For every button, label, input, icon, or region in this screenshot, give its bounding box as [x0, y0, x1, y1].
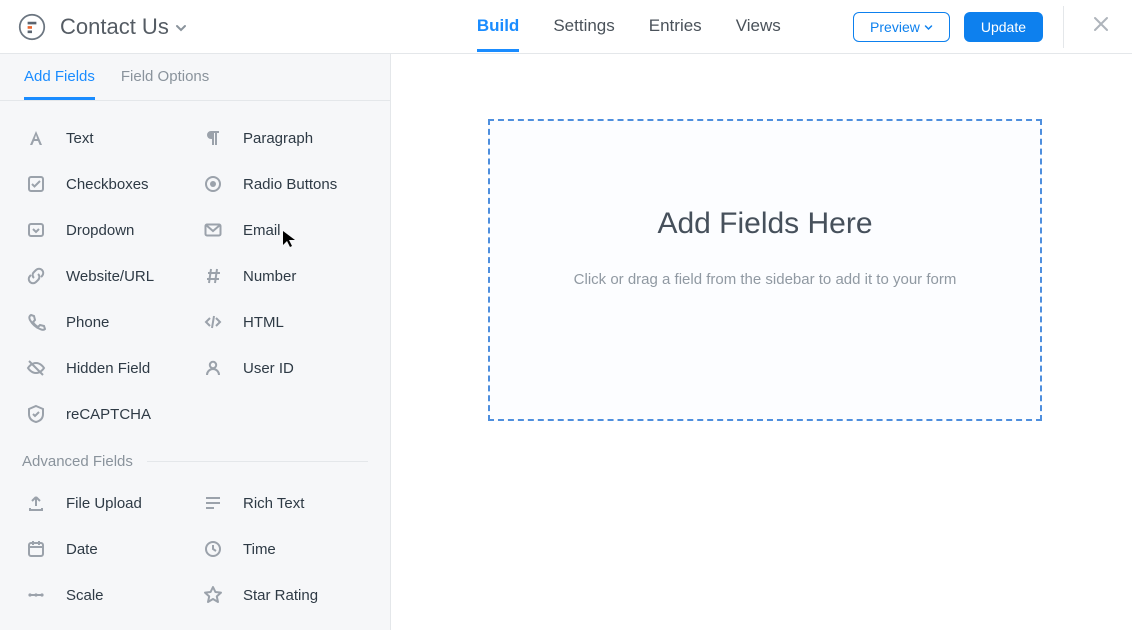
field-number[interactable]: Number — [199, 257, 376, 295]
field-phone[interactable]: Phone — [22, 303, 199, 341]
field-label: Radio Buttons — [243, 176, 337, 193]
drop-zone[interactable]: Add Fields Here Click or drag a field fr… — [488, 119, 1042, 421]
field-label: Date — [66, 541, 98, 558]
update-button[interactable]: Update — [964, 12, 1043, 42]
sidebar-tab-field-options[interactable]: Field Options — [121, 68, 209, 100]
eye-off-icon — [22, 354, 50, 382]
field-radio[interactable]: Radio Buttons — [199, 165, 376, 203]
field-label: Rich Text — [243, 495, 304, 512]
email-icon — [199, 216, 227, 244]
field-label: Paragraph — [243, 130, 313, 147]
code-icon — [199, 308, 227, 336]
clock-icon — [199, 535, 227, 563]
field-recaptcha[interactable]: reCAPTCHA — [22, 395, 199, 433]
field-label: reCAPTCHA — [66, 406, 151, 423]
tab-entries[interactable]: Entries — [649, 2, 702, 52]
field-label: Text — [66, 130, 94, 147]
tab-build[interactable]: Build — [477, 2, 520, 52]
field-paragraph[interactable]: Paragraph — [199, 119, 376, 157]
field-label: Email — [243, 222, 281, 239]
separator — [1063, 6, 1064, 48]
advanced-fields-grid: File Upload Rich Text Date — [0, 476, 390, 628]
rich-text-icon — [199, 489, 227, 517]
form-canvas: Add Fields Here Click or drag a field fr… — [391, 54, 1132, 630]
field-label: Phone — [66, 314, 109, 331]
user-icon — [199, 354, 227, 382]
checkbox-icon — [22, 170, 50, 198]
top-bar-actions: Preview Update — [853, 6, 1114, 48]
field-label: Website/URL — [66, 268, 154, 285]
field-label: File Upload — [66, 495, 142, 512]
star-icon — [199, 581, 227, 609]
field-label: Scale — [66, 587, 104, 604]
field-label: HTML — [243, 314, 284, 331]
field-label: Dropdown — [66, 222, 134, 239]
field-userid[interactable]: User ID — [199, 349, 376, 387]
field-url[interactable]: Website/URL — [22, 257, 199, 295]
top-bar: Contact Us Build Settings Entries Views … — [0, 0, 1132, 54]
chevron-down-icon — [175, 14, 187, 40]
field-time[interactable]: Time — [199, 530, 376, 568]
field-label: Number — [243, 268, 296, 285]
form-name-dropdown[interactable]: Contact Us — [60, 14, 187, 40]
dropdown-icon — [22, 216, 50, 244]
calendar-icon — [22, 535, 50, 563]
field-html[interactable]: HTML — [199, 303, 376, 341]
field-rich-text[interactable]: Rich Text — [199, 484, 376, 522]
main-area: Add Fields Field Options Text Paragraph — [0, 54, 1132, 630]
field-date[interactable]: Date — [22, 530, 199, 568]
tab-settings[interactable]: Settings — [553, 2, 614, 52]
paragraph-icon — [199, 124, 227, 152]
link-icon — [22, 262, 50, 290]
field-star-rating[interactable]: Star Rating — [199, 576, 376, 614]
preview-button[interactable]: Preview — [853, 12, 950, 42]
app-logo-icon — [18, 13, 46, 41]
phone-icon — [22, 308, 50, 336]
sidebar-tabs: Add Fields Field Options — [0, 54, 390, 101]
field-label: User ID — [243, 360, 294, 377]
chevron-down-icon — [924, 19, 933, 35]
sidebar: Add Fields Field Options Text Paragraph — [0, 54, 391, 630]
field-label: Star Rating — [243, 587, 318, 604]
shield-check-icon — [22, 400, 50, 428]
close-button[interactable] — [1084, 11, 1114, 42]
text-icon — [22, 124, 50, 152]
preview-button-label: Preview — [870, 19, 920, 35]
basic-fields-grid: Text Paragraph Checkboxes — [0, 111, 390, 447]
advanced-fields-heading: Advanced Fields — [0, 447, 390, 476]
field-dropdown[interactable]: Dropdown — [22, 211, 199, 249]
hash-icon — [199, 262, 227, 290]
field-text[interactable]: Text — [22, 119, 199, 157]
scale-icon — [22, 581, 50, 609]
field-label: Time — [243, 541, 276, 558]
radio-icon — [199, 170, 227, 198]
field-scale[interactable]: Scale — [22, 576, 199, 614]
form-name-label: Contact Us — [60, 14, 169, 40]
field-label: Hidden Field — [66, 360, 150, 377]
field-label: Checkboxes — [66, 176, 149, 193]
drop-zone-help: Click or drag a field from the sidebar t… — [574, 271, 957, 288]
field-list[interactable]: Text Paragraph Checkboxes — [0, 101, 390, 630]
divider — [147, 461, 368, 462]
field-checkboxes[interactable]: Checkboxes — [22, 165, 199, 203]
section-label: Advanced Fields — [22, 453, 133, 470]
drop-zone-title: Add Fields Here — [657, 207, 872, 241]
sidebar-tab-add-fields[interactable]: Add Fields — [24, 68, 95, 100]
field-email[interactable]: Email — [199, 211, 376, 249]
field-file-upload[interactable]: File Upload — [22, 484, 199, 522]
close-icon — [1092, 15, 1110, 33]
tab-views[interactable]: Views — [736, 2, 781, 52]
main-nav: Build Settings Entries Views — [477, 2, 781, 52]
upload-icon — [22, 489, 50, 517]
field-hidden[interactable]: Hidden Field — [22, 349, 199, 387]
